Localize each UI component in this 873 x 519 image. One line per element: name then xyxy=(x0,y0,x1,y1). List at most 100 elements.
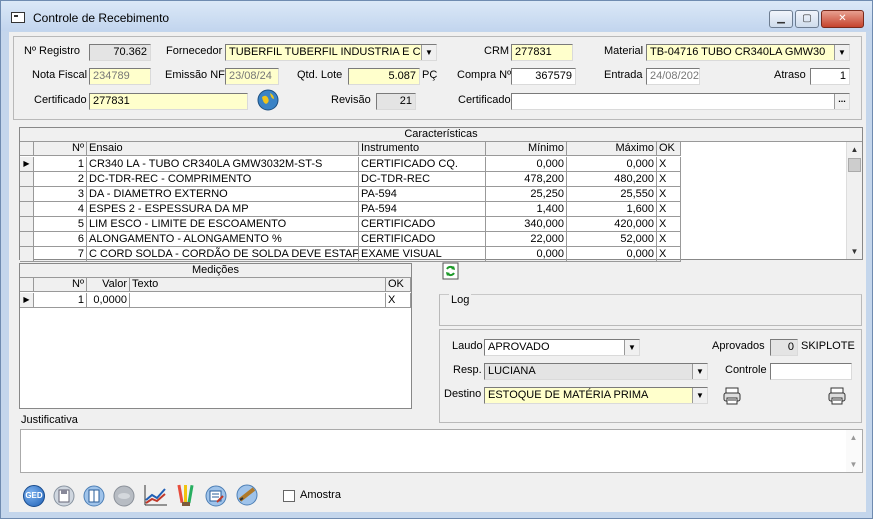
amostra-checkbox[interactable] xyxy=(283,490,295,502)
caracteristica-minimo-cell[interactable]: 0,000 xyxy=(486,247,567,262)
caracteristica-instrumento-cell[interactable]: CERTIFICADO xyxy=(359,232,486,247)
caracteristica-ok-cell[interactable]: X xyxy=(657,172,681,187)
document-edit-icon[interactable] xyxy=(205,485,227,507)
caracteristica-ensaio-cell[interactable]: C CORD SOLDA - CORDÃO DE SOLDA DEVE ESTA… xyxy=(87,247,359,262)
caracteristica-n-cell[interactable]: 1 xyxy=(34,157,87,172)
justificativa-textarea[interactable]: ▲ ▼ xyxy=(20,429,863,473)
justificativa-scrollbar[interactable]: ▲ ▼ xyxy=(846,430,862,472)
chart-line-icon[interactable] xyxy=(143,483,169,507)
caracteristica-maximo-cell[interactable]: 420,000 xyxy=(567,217,657,232)
controle-field[interactable] xyxy=(770,363,852,380)
caracteristica-maximo-cell[interactable]: 0,000 xyxy=(567,247,657,262)
row-indicator[interactable] xyxy=(20,202,34,217)
caracteristica-ok-cell[interactable]: X xyxy=(657,157,681,172)
destino-select[interactable]: ESTOQUE DE MATÉRIA PRIMA ▼ xyxy=(484,387,708,404)
caracteristica-ensaio-cell[interactable]: DA - DIAMETRO EXTERNO xyxy=(87,187,359,202)
save-icon[interactable] xyxy=(53,485,75,507)
caracteristica-minimo-cell[interactable]: 0,000 xyxy=(486,157,567,172)
registro-field[interactable]: 70.362 xyxy=(89,44,151,61)
caracteristica-ensaio-cell[interactable]: LIM ESCO - LIMITE DE ESCOAMENTO xyxy=(87,217,359,232)
caracteristica-n-cell[interactable]: 3 xyxy=(34,187,87,202)
chevron-down-icon[interactable]: ▼ xyxy=(624,340,639,355)
emissao-field[interactable]: 23/08/24 xyxy=(225,68,279,85)
crm-field[interactable]: 277831 xyxy=(511,44,573,61)
scroll-up-icon[interactable]: ▲ xyxy=(846,430,861,445)
caracteristica-instrumento-cell[interactable]: CERTIFICADO CQ. xyxy=(359,157,486,172)
caracteristica-ensaio-cell[interactable]: CR340 LA - TUBO CR340LA GMW3032M-ST-S xyxy=(87,157,359,172)
caracteristica-minimo-cell[interactable]: 1,400 xyxy=(486,202,567,217)
med-col-valor-header[interactable]: Valor xyxy=(87,278,130,292)
caracteristica-ok-cell[interactable]: X xyxy=(657,187,681,202)
col-maximo-header[interactable]: Máximo xyxy=(567,142,657,156)
row-indicator[interactable]: ▶ xyxy=(20,157,34,172)
caracteristica-n-cell[interactable]: 2 xyxy=(34,172,87,187)
nota-fiscal-field[interactable]: 234789 xyxy=(89,68,151,85)
ellipsis-button[interactable]: ... xyxy=(834,94,849,109)
caracteristica-ok-cell[interactable]: X xyxy=(657,232,681,247)
aprovados-field[interactable]: 0 xyxy=(770,339,798,356)
medicao-n-cell[interactable]: 1 xyxy=(34,293,87,308)
caracteristica-minimo-cell[interactable]: 340,000 xyxy=(486,217,567,232)
certificado-field[interactable]: 277831 xyxy=(89,93,248,110)
col-minimo-header[interactable]: Mínimo xyxy=(486,142,567,156)
row-indicator[interactable] xyxy=(20,217,34,232)
med-col-n-header[interactable]: Nº xyxy=(34,278,87,292)
caracteristica-ensaio-cell[interactable]: ALONGAMENTO - ALONGAMENTO % xyxy=(87,232,359,247)
col-instrumento-header[interactable]: Instrumento xyxy=(359,142,486,156)
qtd-lote-field[interactable]: 5.087 xyxy=(348,68,420,85)
compra-field[interactable]: 367579 xyxy=(511,68,576,85)
chevron-down-icon[interactable]: ▼ xyxy=(421,45,436,60)
col-ok-header[interactable]: OK xyxy=(657,142,681,156)
caracteristica-ensaio-cell[interactable]: DC-TDR-REC - COMPRIMENTO xyxy=(87,172,359,187)
atraso-field[interactable]: 1 xyxy=(810,68,850,85)
caracteristica-instrumento-cell[interactable]: PA-594 xyxy=(359,202,486,217)
laudo-select[interactable]: APROVADO ▼ xyxy=(484,339,640,356)
fornecedor-select[interactable]: TUBERFIL TUBERFIL INDUSTRIA E C ▼ xyxy=(225,44,437,61)
caracteristica-n-cell[interactable]: 5 xyxy=(34,217,87,232)
minimize-button[interactable]: ▁ xyxy=(769,10,793,28)
medicao-valor-cell[interactable]: 0,0000 xyxy=(87,293,130,308)
disabled-icon[interactable] xyxy=(113,485,135,507)
caracteristica-ok-cell[interactable]: X xyxy=(657,202,681,217)
printer-icon[interactable] xyxy=(827,386,847,406)
med-col-ok-header[interactable]: OK xyxy=(386,278,411,292)
material-select[interactable]: TB-04716 TUBO CR340LA GMW30 ▼ xyxy=(646,44,850,61)
med-col-texto-header[interactable]: Texto xyxy=(130,278,386,292)
caracteristica-minimo-cell[interactable]: 22,000 xyxy=(486,232,567,247)
globe-icon[interactable] xyxy=(257,89,279,111)
caracteristica-instrumento-cell[interactable]: DC-TDR-REC xyxy=(359,172,486,187)
caracteristica-minimo-cell[interactable]: 25,250 xyxy=(486,187,567,202)
scroll-up-icon[interactable]: ▲ xyxy=(847,142,862,157)
book-icon[interactable] xyxy=(83,485,105,507)
caracteristica-ok-cell[interactable]: X xyxy=(657,247,681,262)
resp-select[interactable]: LUCIANA ▼ xyxy=(484,363,708,380)
maximize-button[interactable]: ▢ xyxy=(795,10,819,28)
refresh-icon[interactable] xyxy=(442,262,459,280)
chevron-down-icon[interactable]: ▼ xyxy=(692,388,707,403)
caracteristica-maximo-cell[interactable]: 0,000 xyxy=(567,157,657,172)
caracteristica-n-cell[interactable]: 6 xyxy=(34,232,87,247)
scroll-down-icon[interactable]: ▼ xyxy=(846,457,861,472)
caracteristica-instrumento-cell[interactable]: EXAME VISUAL xyxy=(359,247,486,262)
caracteristica-maximo-cell[interactable]: 25,550 xyxy=(567,187,657,202)
caracteristica-maximo-cell[interactable]: 1,600 xyxy=(567,202,657,217)
caracteristica-maximo-cell[interactable]: 52,000 xyxy=(567,232,657,247)
caracteristica-n-cell[interactable]: 4 xyxy=(34,202,87,217)
ged-button[interactable]: GED xyxy=(23,485,45,507)
caracteristica-instrumento-cell[interactable]: PA-594 xyxy=(359,187,486,202)
scroll-down-icon[interactable]: ▼ xyxy=(847,244,862,259)
row-indicator[interactable]: ▶ xyxy=(20,293,34,308)
close-button[interactable]: ✕ xyxy=(821,10,864,28)
title-bar[interactable]: Controle de Recebimento ▁ ▢ ✕ xyxy=(1,1,872,31)
printer-icon[interactable] xyxy=(722,386,742,406)
chevron-down-icon[interactable]: ▼ xyxy=(834,45,849,60)
caracteristica-minimo-cell[interactable]: 478,200 xyxy=(486,172,567,187)
col-ensaio-header[interactable]: Ensaio xyxy=(87,142,359,156)
row-indicator[interactable] xyxy=(20,232,34,247)
row-indicator[interactable] xyxy=(20,247,34,262)
entrada-field[interactable]: 24/08/202 xyxy=(646,68,700,85)
col-n-header[interactable]: Nº xyxy=(34,142,87,156)
caracteristica-ok-cell[interactable]: X xyxy=(657,217,681,232)
caracteristica-instrumento-cell[interactable]: CERTIFICADO xyxy=(359,217,486,232)
caracteristica-maximo-cell[interactable]: 480,200 xyxy=(567,172,657,187)
